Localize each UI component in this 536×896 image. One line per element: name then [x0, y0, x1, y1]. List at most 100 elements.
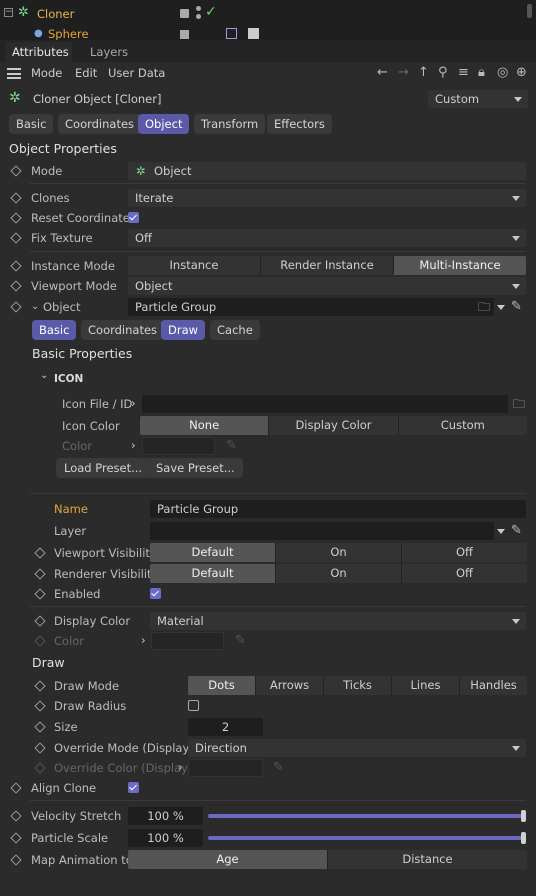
object-sphere-name[interactable]: Sphere — [48, 27, 89, 40]
subtab-draw[interactable]: Draw — [161, 320, 206, 340]
multi-instance-option[interactable]: Multi-Instance — [394, 256, 526, 275]
object-cloner-name[interactable]: Cloner — [37, 6, 74, 22]
draw-mode-arrows[interactable]: Arrows — [256, 676, 324, 695]
keyframe-icon[interactable] — [10, 301, 22, 313]
keyframe-icon[interactable] — [34, 547, 46, 559]
draw-mode-ticks[interactable]: Ticks — [324, 676, 392, 695]
scrollbar[interactable] — [527, 4, 532, 18]
preset-dropdown[interactable]: Custom — [428, 90, 528, 108]
object-link-field[interactable]: Particle Group — [128, 298, 494, 316]
keyframe-icon[interactable] — [34, 742, 46, 754]
chevron-right-icon[interactable]: › — [178, 760, 183, 774]
keyframe-icon[interactable] — [34, 588, 46, 600]
subtab-cache[interactable]: Cache — [210, 320, 260, 340]
pick-icon[interactable]: ✎ — [511, 523, 522, 539]
rd-vis-default[interactable]: Default — [150, 564, 276, 583]
keyframe-icon[interactable] — [34, 568, 46, 580]
chevron-down-icon[interactable] — [497, 529, 505, 534]
tab-object[interactable]: Object — [138, 114, 190, 134]
icon-file-field[interactable] — [142, 395, 508, 413]
keyframe-icon[interactable] — [10, 832, 22, 844]
keyframe-icon[interactable] — [10, 260, 22, 272]
draw-radius-checkbox[interactable] — [188, 700, 199, 711]
icon-color-custom[interactable]: Custom — [398, 416, 527, 435]
keyframe-icon[interactable] — [34, 635, 46, 647]
reset-checkbox[interactable] — [128, 212, 139, 223]
chevron-right-icon[interactable]: › — [141, 633, 146, 647]
viewport-dropdown[interactable]: Object — [128, 277, 526, 295]
tab-transform[interactable]: Transform — [194, 114, 266, 134]
keyframe-icon[interactable] — [34, 680, 46, 692]
map-anim-age[interactable]: Age — [128, 850, 328, 869]
load-preset-button[interactable]: Load Preset... — [56, 458, 151, 478]
material-tag-icon[interactable] — [248, 28, 259, 39]
draw-mode-dots[interactable]: Dots — [188, 676, 256, 695]
tab-layers[interactable]: Layers — [84, 42, 134, 62]
keyframe-icon[interactable] — [34, 762, 46, 774]
keyframe-icon[interactable] — [10, 810, 22, 822]
hamburger-icon[interactable] — [7, 68, 21, 79]
visibility-dot-editor[interactable] — [196, 6, 201, 11]
visibility-dot-render[interactable] — [196, 14, 201, 19]
fix-dropdown[interactable]: Off — [128, 229, 526, 247]
tab-attributes[interactable]: Attributes — [6, 42, 72, 62]
forward-arrow-icon[interactable]: → — [398, 65, 409, 81]
display-color-dropdown[interactable]: Material — [150, 612, 526, 630]
instance-option[interactable]: Instance — [128, 256, 261, 275]
target-icon[interactable]: ◎ — [497, 65, 508, 81]
icon-color-display[interactable]: Display Color — [269, 416, 399, 435]
override-dropdown[interactable]: Direction — [188, 739, 526, 757]
velocity-slider-handle[interactable] — [521, 810, 526, 822]
keyframe-icon[interactable] — [34, 615, 46, 627]
lock-icon[interactable]: 🔒︎ — [478, 65, 485, 81]
icon-group-title[interactable]: ICON — [54, 373, 83, 385]
folder-icon[interactable]: 🗀 — [513, 396, 525, 412]
vp-vis-default[interactable]: Default — [150, 543, 276, 562]
subtab-basic[interactable]: Basic — [32, 320, 77, 340]
keyframe-icon[interactable] — [10, 280, 22, 292]
override-color-swatch[interactable] — [188, 759, 263, 777]
search-icon[interactable]: ⚲ — [438, 65, 448, 81]
draw-mode-lines[interactable]: Lines — [392, 676, 460, 695]
keyframe-icon[interactable] — [10, 192, 22, 204]
keyframe-icon[interactable] — [10, 854, 22, 866]
tab-basic[interactable]: Basic — [9, 114, 54, 134]
velocity-field[interactable]: 100 % — [128, 807, 203, 825]
layer-icon-2[interactable] — [180, 30, 189, 39]
enabled-check-icon[interactable]: ✓ — [205, 4, 217, 20]
enabled-checkbox[interactable] — [150, 588, 161, 599]
vp-vis-on[interactable]: On — [276, 543, 402, 562]
back-arrow-icon[interactable]: ← — [377, 65, 388, 81]
align-checkbox[interactable] — [128, 782, 139, 793]
rd-vis-off[interactable]: Off — [402, 564, 527, 583]
tab-coordinates[interactable]: Coordinates — [58, 114, 142, 134]
keyframe-icon[interactable] — [10, 232, 22, 244]
keyframe-icon[interactable] — [10, 212, 22, 224]
rd-vis-on[interactable]: On — [276, 564, 402, 583]
draw-mode-handles[interactable]: Handles — [460, 676, 527, 695]
menu-edit[interactable]: Edit — [75, 63, 97, 83]
save-preset-button[interactable]: Save Preset... — [148, 458, 243, 478]
icon-color-none[interactable]: None — [140, 416, 270, 435]
collapse-icon[interactable]: − — [4, 8, 13, 17]
icon-color-swatch[interactable] — [142, 437, 215, 455]
up-arrow-icon[interactable]: ↑ — [418, 65, 429, 81]
menu-user-data[interactable]: User Data — [108, 63, 165, 83]
subtab-coordinates[interactable]: Coordinates — [81, 320, 165, 340]
map-anim-distance[interactable]: Distance — [328, 850, 527, 869]
eyedropper-icon[interactable]: ✎ — [273, 760, 284, 776]
menu-mode[interactable]: Mode — [31, 63, 62, 83]
clones-dropdown[interactable]: Iterate — [128, 189, 526, 207]
particle-scale-field[interactable]: 100 % — [128, 829, 203, 847]
tab-effectors[interactable]: Effectors — [267, 114, 332, 134]
tag-icon[interactable] — [226, 28, 237, 39]
vp-vis-off[interactable]: Off — [402, 543, 527, 562]
layer-field[interactable] — [150, 522, 494, 540]
size-field[interactable]: 2 — [188, 718, 263, 736]
filter-icon[interactable]: ≡ — [458, 65, 469, 81]
keyframe-icon[interactable] — [10, 165, 22, 177]
render-instance-option[interactable]: Render Instance — [261, 256, 394, 275]
keyframe-icon[interactable] — [34, 700, 46, 712]
particle-scale-slider-handle[interactable] — [521, 832, 526, 844]
eyedropper-icon[interactable]: ✎ — [226, 438, 237, 454]
